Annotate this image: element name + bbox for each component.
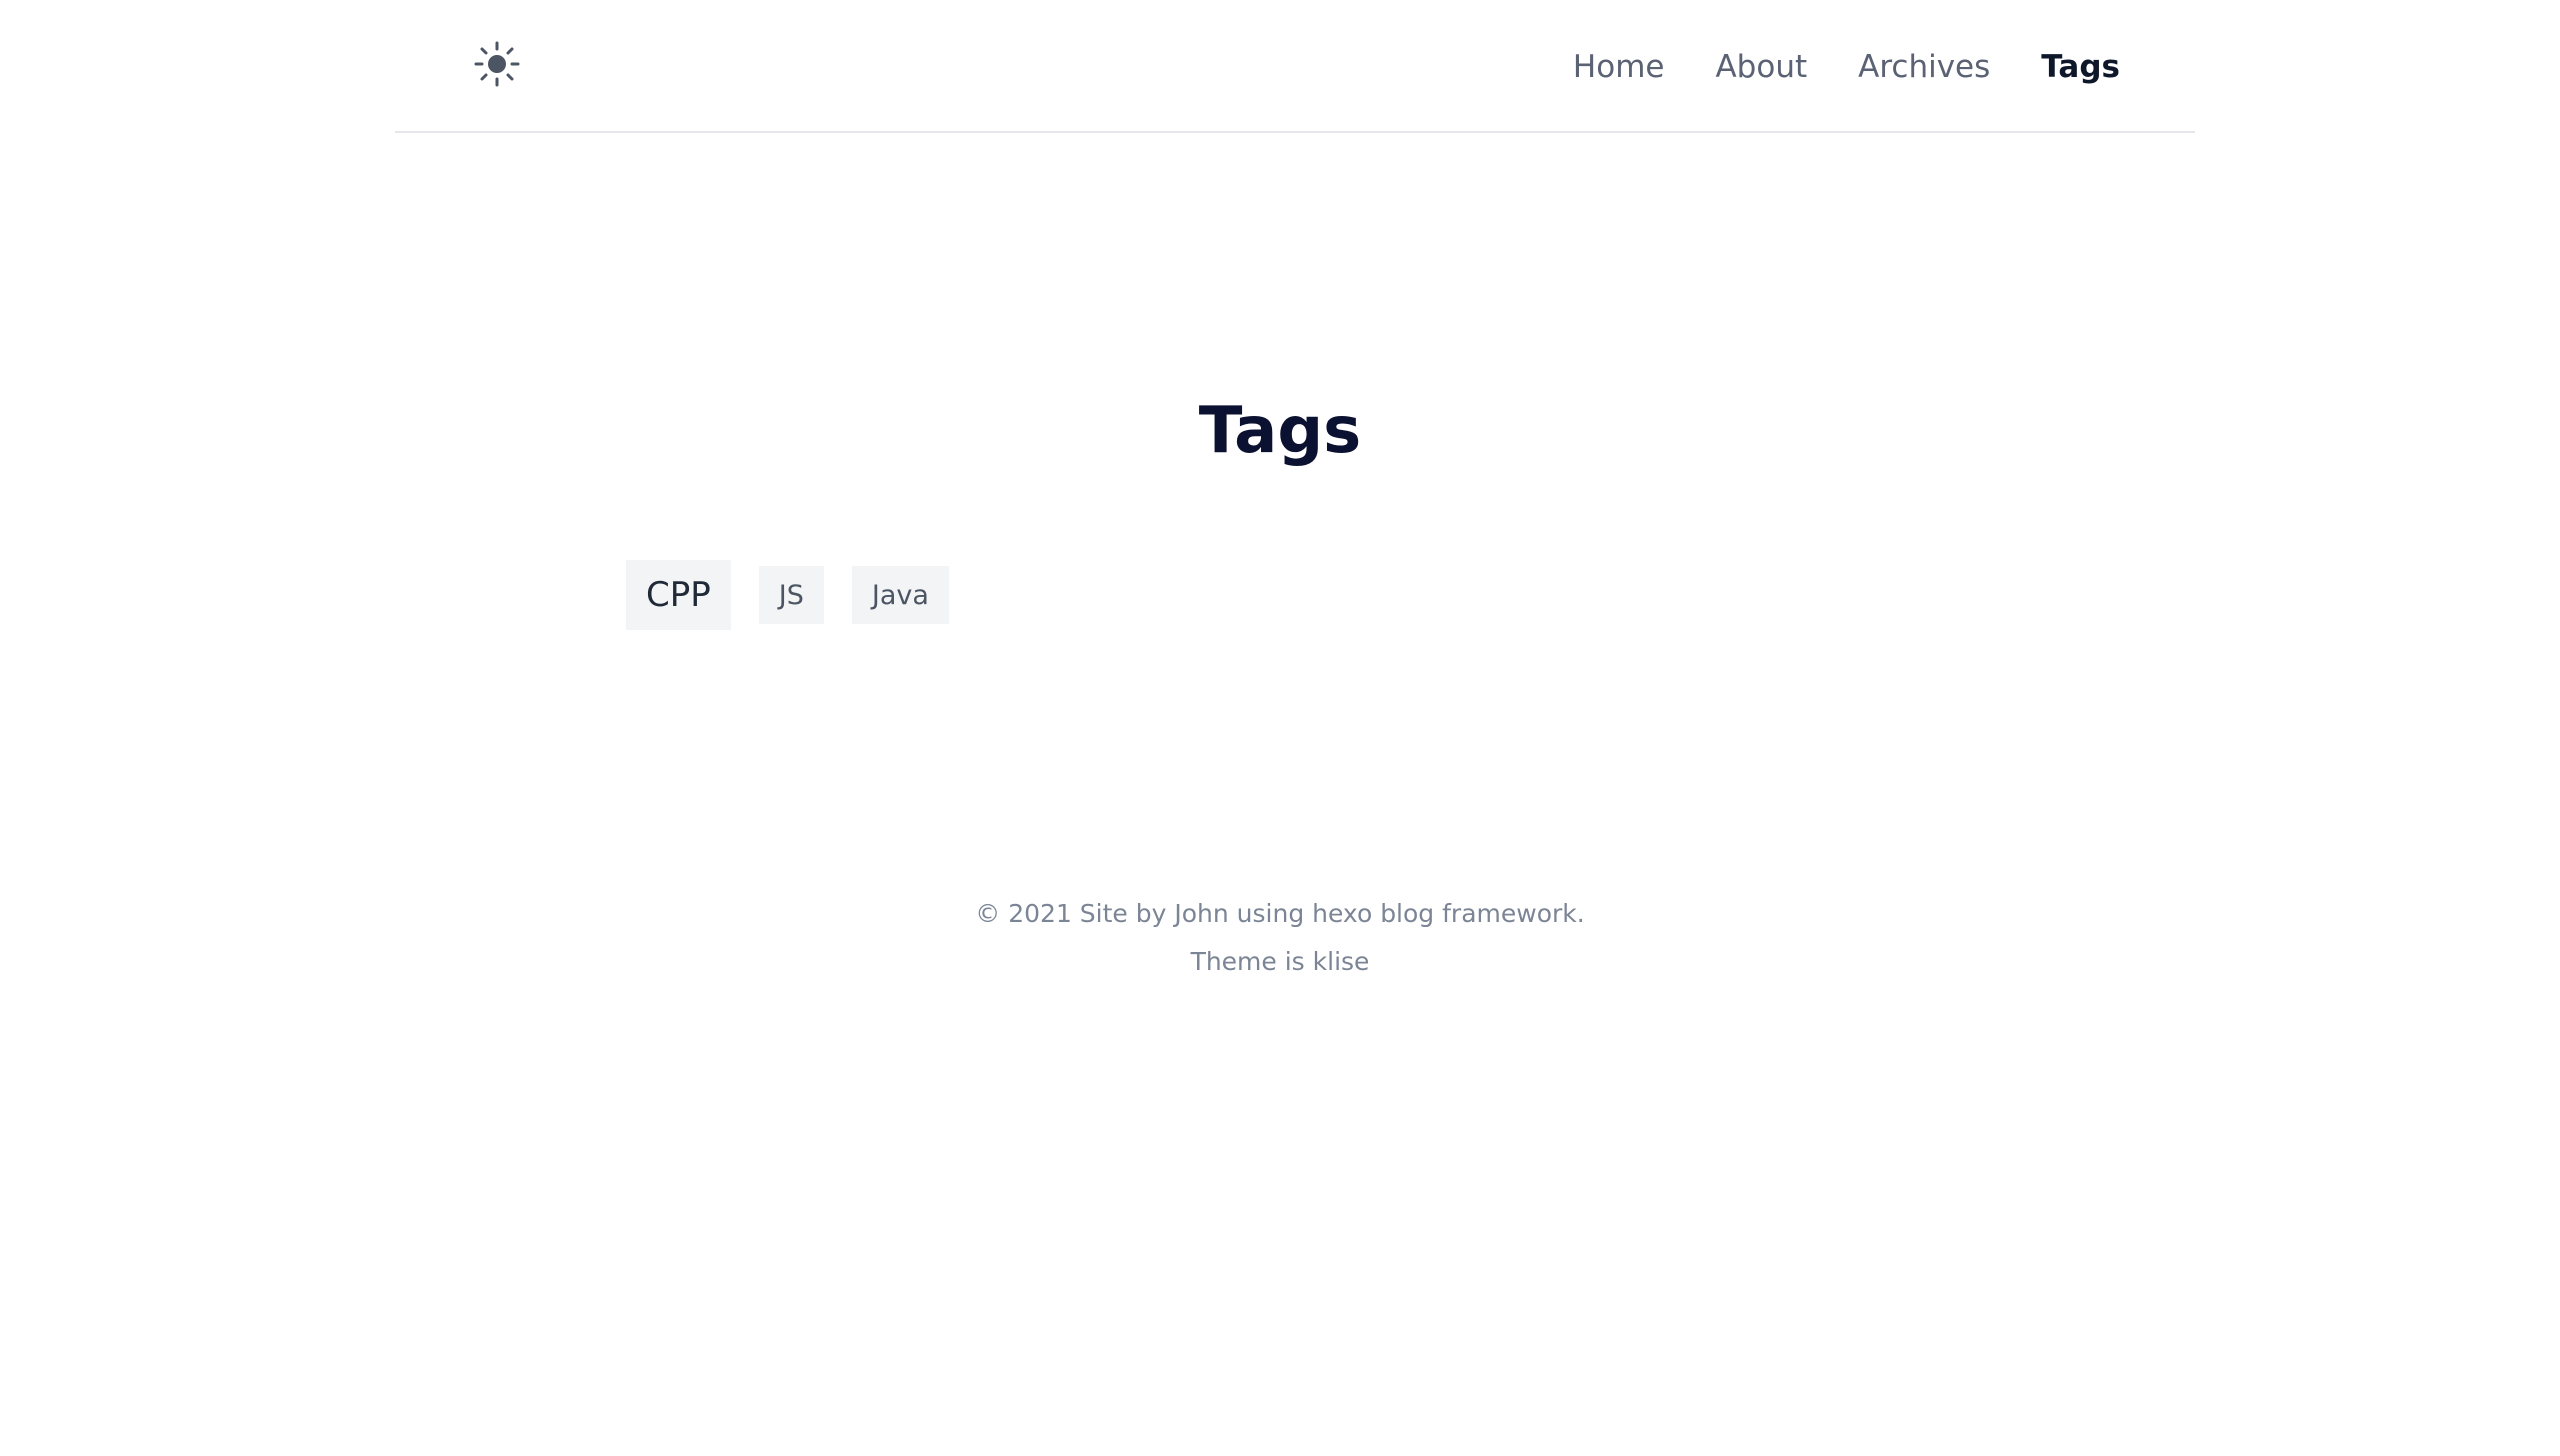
nav-home-link[interactable]: Home bbox=[1573, 49, 1665, 85]
tag-js[interactable]: JS bbox=[758, 566, 824, 624]
footer-copyright: © 2021 Site by John using hexo blog fram… bbox=[975, 899, 1585, 928]
site-footer: © 2021 Site by John using hexo blog fram… bbox=[0, 890, 2560, 986]
nav-tags-link[interactable]: Tags bbox=[2041, 49, 2120, 85]
nav-about-link[interactable]: About bbox=[1715, 49, 1807, 85]
tag-java[interactable]: Java bbox=[851, 566, 949, 624]
tag-cloud: CPP JS Java bbox=[626, 560, 949, 630]
page: Home About Archives Tags Tags CPP JS Jav… bbox=[0, 0, 2560, 1456]
tag-cpp[interactable]: CPP bbox=[626, 560, 731, 630]
main-nav: Home About Archives Tags bbox=[1573, 0, 2120, 133]
theme-toggle-button[interactable] bbox=[473, 41, 521, 91]
page-title: Tags bbox=[1198, 394, 1362, 468]
footer-theme-credit: Theme is klise bbox=[1190, 947, 1370, 976]
nav-archives-link[interactable]: Archives bbox=[1858, 49, 1990, 85]
site-header: Home About Archives Tags bbox=[395, 0, 2195, 133]
sun-icon bbox=[474, 41, 520, 91]
